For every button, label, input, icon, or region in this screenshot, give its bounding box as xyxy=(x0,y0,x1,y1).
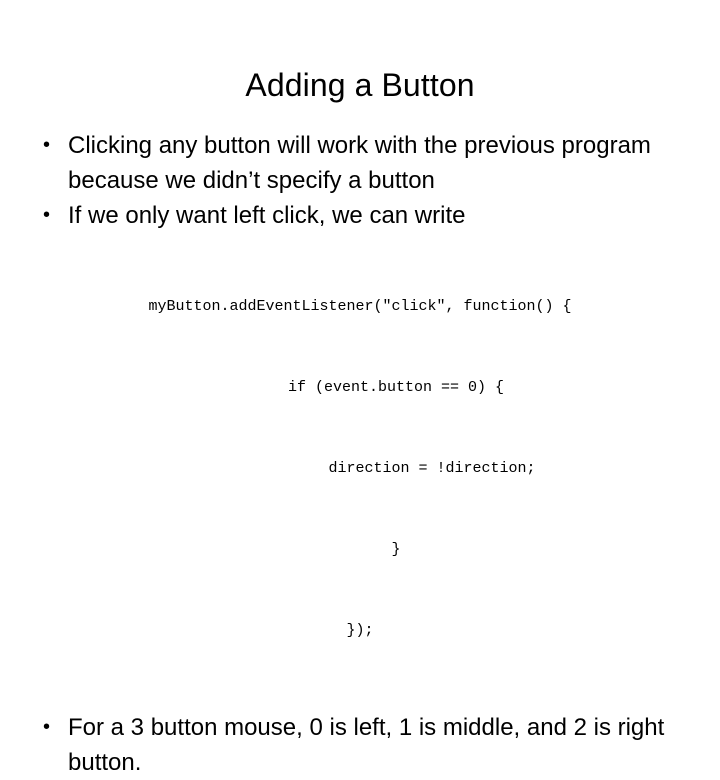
code-block: myButton.addEventListener("click", funct… xyxy=(30,239,690,698)
bullet-marker-icon: • xyxy=(43,204,51,226)
slide-body: • Clicking any button will work with the… xyxy=(30,128,690,780)
page-title: Adding a Button xyxy=(245,67,475,104)
list-item: • For a 3 button mouse, 0 is left, 1 is … xyxy=(30,710,690,780)
list-item: • Clicking any button will work with the… xyxy=(30,128,690,198)
bullet-marker-icon: • xyxy=(43,716,51,738)
code-line: myButton.addEventListener("click", funct… xyxy=(148,298,572,315)
code-line: } xyxy=(319,541,401,558)
slide: Adding a Button • Clicking any button wi… xyxy=(0,0,720,776)
bullet-list-bottom: • For a 3 button mouse, 0 is left, 1 is … xyxy=(30,710,690,780)
list-item-text: If we only want left click, we can write xyxy=(68,202,466,229)
list-item-text: Clicking any button will work with the p… xyxy=(68,132,651,194)
code-line: direction = !direction; xyxy=(184,460,536,477)
code-line: if (event.button == 0) { xyxy=(215,379,505,396)
bullet-marker-icon: • xyxy=(43,134,51,156)
list-item-text: For a 3 button mouse, 0 is left, 1 is mi… xyxy=(68,714,665,776)
bullet-list-top: • Clicking any button will work with the… xyxy=(30,128,690,233)
code-line: }); xyxy=(346,622,374,639)
list-item: • If we only want left click, we can wri… xyxy=(30,198,690,233)
